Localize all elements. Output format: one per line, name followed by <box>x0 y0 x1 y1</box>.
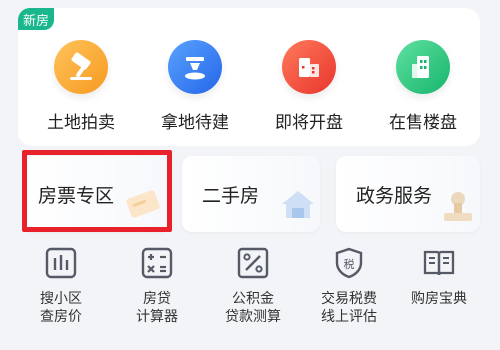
construction-plot-icon <box>168 40 222 94</box>
tile-government-services[interactable]: 政务服务 <box>336 156 480 232</box>
category-on-sale[interactable]: 在售楼盘 <box>368 40 478 140</box>
percent-icon <box>237 247 269 279</box>
calculator-icon <box>141 247 173 279</box>
bar-chart-icon <box>45 247 77 279</box>
tool-label: 购房宝典 <box>411 291 467 307</box>
tile-label: 房票专区 <box>38 185 115 207</box>
tool-row: 搜小区 查房价 房贷 计算器 公积金 贷款测算 税 交易税费 线上评估 购房宝典 <box>18 242 480 350</box>
tile-label: 二手房 <box>202 185 260 207</box>
book-icon <box>423 250 455 276</box>
category-label: 拿地待建 <box>161 113 229 133</box>
house-opening-icon <box>282 40 336 94</box>
tool-provident-fund-loan[interactable]: 公积金 贷款测算 <box>208 242 298 350</box>
category-land-auction[interactable]: 土地拍卖 <box>26 40 136 140</box>
tile-house-ticket-zone[interactable]: 房票专区 <box>24 156 170 232</box>
category-label: 土地拍卖 <box>47 113 115 133</box>
feature-tiles: 房票专区 二手房 政务服务 <box>18 156 480 236</box>
tool-home-buying-guide[interactable]: 购房宝典 <box>394 242 484 350</box>
stamp-icon <box>438 186 478 230</box>
building-icon <box>396 40 450 94</box>
tile-label: 政务服务 <box>356 185 433 207</box>
svg-text:税: 税 <box>344 257 355 271</box>
tool-label: 房贷 计算器 <box>136 291 178 325</box>
tax-shield-icon: 税 <box>335 247 363 279</box>
house-icon <box>278 186 318 226</box>
tool-label: 搜小区 查房价 <box>40 291 82 325</box>
tool-search-community-price[interactable]: 搜小区 查房价 <box>16 242 106 350</box>
category-land-pending[interactable]: 拿地待建 <box>140 40 250 140</box>
new-homes-categories: 土地拍卖 拿地待建 即将开盘 在售楼盘 <box>18 8 480 146</box>
auction-hammer-icon <box>54 40 108 94</box>
tool-transaction-tax[interactable]: 税 交易税费 线上评估 <box>304 242 394 350</box>
category-opening-soon[interactable]: 即将开盘 <box>254 40 364 140</box>
tool-mortgage-calculator[interactable]: 房贷 计算器 <box>112 242 202 350</box>
tool-label: 公积金 贷款测算 <box>225 291 281 325</box>
ticket-icon <box>122 188 162 226</box>
category-label: 在售楼盘 <box>389 113 457 133</box>
category-label: 即将开盘 <box>275 113 343 133</box>
tool-label: 交易税费 线上评估 <box>321 291 377 325</box>
tile-second-hand-homes[interactable]: 二手房 <box>182 156 320 232</box>
